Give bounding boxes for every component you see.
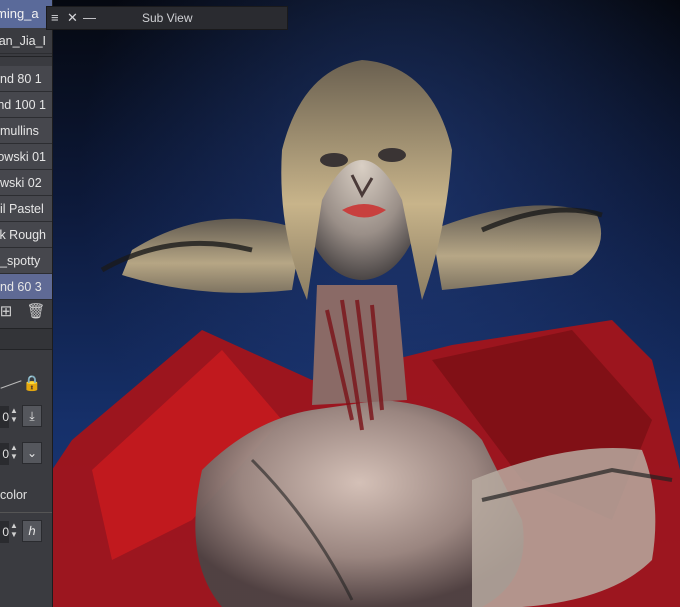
brush-item[interactable]: k Rough	[0, 222, 52, 248]
chevron-double-down-icon[interactable]: ⌄	[22, 442, 42, 464]
brush-item[interactable]: il Pastel	[0, 196, 52, 222]
brush-item[interactable]: wski 02	[0, 170, 52, 196]
brush-item[interactable]: nd 100 1	[0, 92, 52, 118]
brush-item[interactable]: uan_Jia_I	[0, 28, 52, 54]
brush-item[interactable]: owski 01	[0, 144, 52, 170]
close-icon[interactable]: ✕	[67, 7, 78, 29]
trash-icon[interactable]: 🗑	[26, 302, 46, 322]
color-label: color	[0, 488, 28, 502]
brush-size-field[interactable]: 0	[0, 406, 9, 428]
brush-panel: ming_a uan_Jia_I nd 80 1 nd 100 1 mullin…	[0, 0, 53, 607]
sub-view-title: Sub View	[142, 11, 193, 25]
pen-stroke-icon	[0, 380, 22, 389]
stepper-icon[interactable]: ▲ ▼	[9, 521, 19, 539]
brush-item[interactable]: mullins	[0, 118, 52, 144]
lock-icon[interactable]: 🔒	[22, 374, 42, 394]
opacity-field[interactable]: 0	[0, 443, 9, 465]
sub-view-window[interactable]: ≡ ✕ — Sub View	[46, 6, 288, 30]
pressure-icon[interactable]: ℎ	[22, 520, 42, 542]
brush-item[interactable]: nd 80 1	[0, 66, 52, 92]
artwork	[52, 60, 680, 607]
menu-icon[interactable]: ≡	[51, 7, 59, 29]
brush-group-tab[interactable]: ming_a	[0, 0, 52, 28]
stepper-icon[interactable]: ▲ ▼	[9, 443, 19, 461]
stabilization-field[interactable]: 0	[0, 521, 9, 543]
minimize-icon[interactable]: —	[83, 7, 96, 29]
download-icon[interactable]: ⤓	[22, 405, 42, 427]
drawing-canvas[interactable]	[52, 0, 680, 607]
brush-item[interactable]: _spotty	[0, 248, 52, 274]
stepper-icon[interactable]: ▲ ▼	[9, 406, 19, 424]
brush-item-selected[interactable]: nd 60 3	[0, 274, 52, 300]
add-brush-icon[interactable]: ⊞	[0, 302, 16, 322]
